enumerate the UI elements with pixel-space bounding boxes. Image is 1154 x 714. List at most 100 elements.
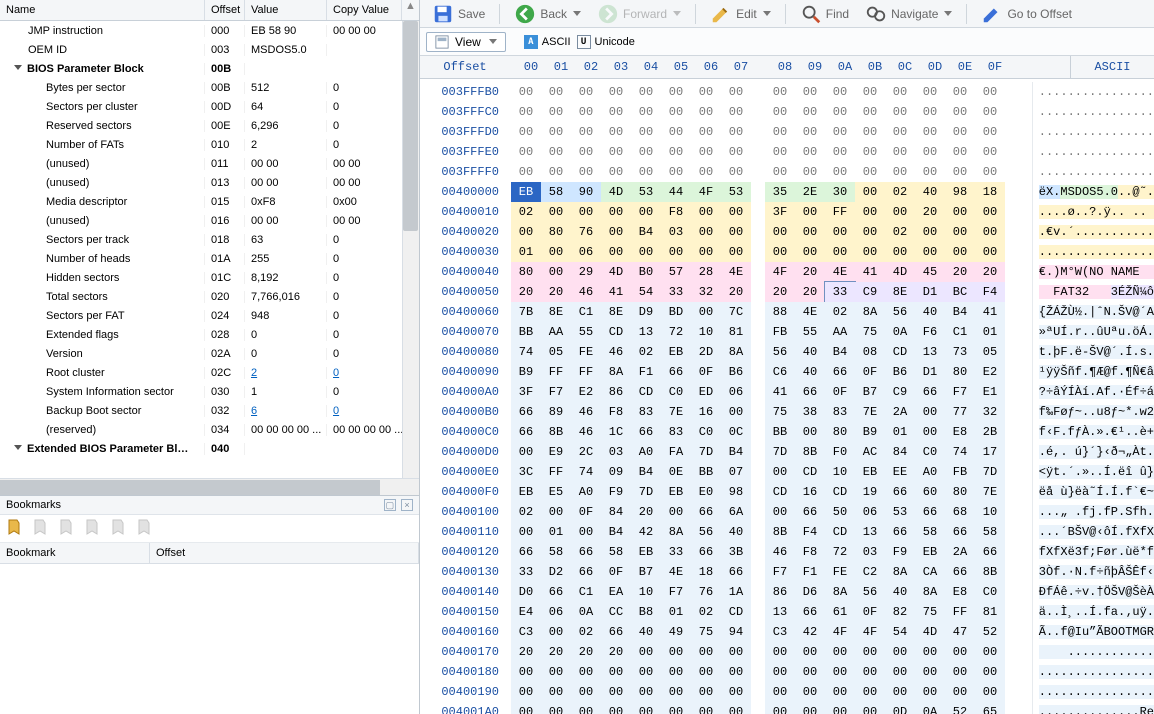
dock-icon[interactable]: ▢ (384, 499, 396, 511)
tree-row[interactable]: Root cluster02C20 (0, 363, 419, 382)
scroll-thumb[interactable] (0, 480, 380, 495)
bookmarks-body[interactable] (0, 564, 419, 714)
dropdown-icon[interactable] (944, 11, 952, 16)
hex-ascii[interactable]: ?÷âÝÍÀí.Af.·Éf÷á (1032, 382, 1154, 402)
hex-row[interactable]: 0040012066586658EB33663B46F87203F9EB2A66… (420, 542, 1154, 562)
hex-ascii[interactable]: fXfXë3f;Før.ùë*f (1032, 542, 1154, 562)
tree-row[interactable]: (unused)01600 0000 00 (0, 211, 419, 230)
hex-ascii[interactable]: €.)M°W(NO NAME (1032, 262, 1154, 282)
hex-bytes[interactable]: 00000000000000000000000000000000 (505, 82, 1032, 102)
hex-row[interactable]: 0040017020202020000000000000000000000000… (420, 642, 1154, 662)
hex-bytes[interactable]: 01000600000000000000000000000000 (505, 242, 1032, 262)
hex-bytes[interactable]: 00000000000000000000000000000000 (505, 142, 1032, 162)
tree-h-scrollbar[interactable] (0, 478, 419, 495)
hex-ascii[interactable]: FAT32 3ÉŽÑ¼ô (1032, 282, 1154, 302)
goto-offset-button[interactable]: Go to Offset (975, 1, 1077, 27)
hex-row[interactable]: 0040019000000000000000000000000000000000… (420, 682, 1154, 702)
hex-ascii[interactable]: ¹ÿÿŠñf.¶Æ@f.¶Ñ€â (1032, 362, 1154, 382)
hex-ascii[interactable]: t.þF.ë-ŠV@´.Í.s. (1032, 342, 1154, 362)
hex-bytes[interactable]: D066C1EA10F7761A86D68A56408AE8C0 (505, 582, 1032, 602)
close-icon[interactable]: × (401, 499, 413, 511)
hex-ascii[interactable]: ÐfÁê.÷v.†ÖŠV@ŠèÀ (1032, 582, 1154, 602)
hex-bytes[interactable]: 02000F842000666A0066500653666810 (505, 502, 1032, 522)
tree-row[interactable]: Number of FATs01020 (0, 135, 419, 154)
tree-row[interactable]: Extended BIOS Parameter Bl…040 (0, 439, 419, 458)
hex-bytes[interactable]: C300026640497594C3424F4F544D4752 (505, 622, 1032, 642)
hex-row[interactable]: 003FFFD000000000000000000000000000000000… (420, 122, 1154, 142)
col-bookmark[interactable]: Bookmark (0, 543, 150, 563)
hex-bytes[interactable]: 00E92C03A0FA7DB47D8BF0AC84C07417 (505, 442, 1032, 462)
tree-row[interactable]: JMP instruction000EB 58 9000 00 00 (0, 21, 419, 40)
hex-row[interactable]: 00400140D066C1EA10F7761A86D68A56408AE8C0… (420, 582, 1154, 602)
hex-row[interactable]: 003FFFB000000000000000000000000000000000… (420, 82, 1154, 102)
hex-bytes[interactable]: 8000294DB057284E4F204E414D452020 (505, 262, 1032, 282)
hex-ascii[interactable]: ...´BŠV@‹ôÍ.fXfX (1032, 522, 1154, 542)
hex-row[interactable]: 00400070BBAA55CD13721081FB55AA750AF6C101… (420, 322, 1154, 342)
bookmark-clear-icon[interactable] (136, 519, 152, 538)
hex-ascii[interactable]: ................ (1032, 682, 1154, 702)
hex-row[interactable]: 0040002000807600B40300000000000002000000… (420, 222, 1154, 242)
hex-ascii[interactable]: ..............Re (1032, 702, 1154, 714)
tree-row[interactable]: (unused)01300 0000 00 (0, 173, 419, 192)
hex-row[interactable]: 00400160C300026640497594C3424F4F544D4752… (420, 622, 1154, 642)
encoding-unicode[interactable]: UUnicode (577, 35, 635, 49)
edit-button[interactable]: Edit (704, 1, 777, 27)
hex-ascii[interactable]: ...„ .fj.fP.Sfh. (1032, 502, 1154, 522)
hex-ascii[interactable]: f‹F.fƒÀ.».€¹..è+ (1032, 422, 1154, 442)
tree-row[interactable]: Backup Boot sector03260 (0, 401, 419, 420)
save-button[interactable]: Save (426, 1, 491, 27)
tree-row[interactable]: Total sectors0207,766,0160 (0, 287, 419, 306)
tree-row[interactable]: Extended flags02800 (0, 325, 419, 344)
tree-row[interactable]: Number of heads01A2550 (0, 249, 419, 268)
hex-row[interactable]: 004000F0EBE5A0F97DEBE098CD16CD196660807E… (420, 482, 1154, 502)
tree-scrollbar[interactable] (402, 21, 419, 478)
hex-bytes[interactable]: EBE5A0F97DEBE098CD16CD196660807E (505, 482, 1032, 502)
hex-ascii[interactable]: ................ (1032, 82, 1154, 102)
hex-row[interactable]: 0040013033D2660FB74E1866F7F1FEC28ACA668B… (420, 562, 1154, 582)
navigate-button[interactable]: Navigate (859, 1, 958, 27)
back-button[interactable]: Back (508, 1, 587, 27)
hex-bytes[interactable]: 0200000000F800003F00FF0000200000 (505, 202, 1032, 222)
scroll-thumb[interactable] (403, 21, 418, 231)
hex-bytes[interactable]: 20202020000000000000000000000000 (505, 642, 1032, 662)
col-offset[interactable]: Offset (205, 0, 245, 20)
hex-bytes[interactable]: 00000000000000000000000000000000 (505, 662, 1032, 682)
hex-row[interactable]: 00400000EB58904D53444F53352E300002409818… (420, 182, 1154, 202)
hex-row[interactable]: 0040003001000600000000000000000000000000… (420, 242, 1154, 262)
hex-row[interactable]: 004000C0668B461C6683C00CBB0080B90100E82B… (420, 422, 1154, 442)
hex-row[interactable]: 004000807405FE4602EB2D8A5640B408CD137305… (420, 342, 1154, 362)
hex-ascii[interactable]: {ŽÁŽÙ½.|ˆN.ŠV@´A (1032, 302, 1154, 322)
dropdown-icon[interactable] (763, 11, 771, 16)
hex-bytes[interactable]: 2020464154333220202033C98ED1BCF4 (505, 282, 1032, 302)
hex-ascii[interactable]: <ÿt.´.»..Í.ëî û} (1032, 462, 1154, 482)
hex-bytes[interactable]: 0000000000000000000000000D0A5265 (505, 702, 1032, 714)
hex-bytes[interactable]: 00000000000000000000000000000000 (505, 122, 1032, 142)
tree-row[interactable]: Reserved sectors00E6,2960 (0, 116, 419, 135)
bookmark-delete-icon[interactable] (110, 519, 126, 538)
bookmark-prev-icon[interactable] (58, 519, 74, 538)
hex-bytes[interactable]: BBAA55CD13721081FB55AA750AF6C101 (505, 322, 1032, 342)
tree-row[interactable]: Bytes per sector00B5120 (0, 78, 419, 97)
hex-bytes[interactable]: 3CFF7409B40EBB0700CD10EBEEA0FB7D (505, 462, 1032, 482)
hex-ascii[interactable]: ëX.MSDOS5.0..@˜. (1032, 182, 1154, 202)
hex-ascii[interactable]: »ªUÍ.r..ûUªu.öÁ. (1032, 322, 1154, 342)
tree-row[interactable]: OEM ID003MSDOS5.0 (0, 40, 419, 59)
hex-ascii[interactable]: ................ (1032, 242, 1154, 262)
col-bookmark-offset[interactable]: Offset (150, 543, 419, 563)
hex-row[interactable]: 004000A03FF7E286CDC0ED0641660FB7C966F7E1… (420, 382, 1154, 402)
hex-bytes[interactable]: 668946F8837E16007538837E2A007732 (505, 402, 1032, 422)
hex-ascii[interactable]: ....ø..?.ÿ.. .. (1032, 202, 1154, 222)
hex-ascii[interactable]: .€v.´........... (1032, 222, 1154, 242)
find-button[interactable]: Find (794, 1, 855, 27)
hex-ascii[interactable]: ................ (1032, 162, 1154, 182)
tree-row[interactable]: Sectors per cluster00D640 (0, 97, 419, 116)
dropdown-icon[interactable] (573, 11, 581, 16)
hex-ascii[interactable]: 3Òf.·N.f÷ñþÂŠÊf‹ (1032, 562, 1154, 582)
hex-ascii[interactable]: f‰Føƒ~..u8ƒ~*.w2 (1032, 402, 1154, 422)
expander-icon[interactable] (14, 443, 23, 452)
scroll-up-arrow[interactable]: ▲ (402, 0, 419, 20)
tree-row[interactable]: (reserved)03400 00 00 00 ...00 00 00 00 … (0, 420, 419, 439)
hex-ascii[interactable]: ................ (1032, 662, 1154, 682)
hex-row[interactable]: 0040018000000000000000000000000000000000… (420, 662, 1154, 682)
hex-bytes[interactable]: E4060ACCB80102CD1366610F8275FF81 (505, 602, 1032, 622)
